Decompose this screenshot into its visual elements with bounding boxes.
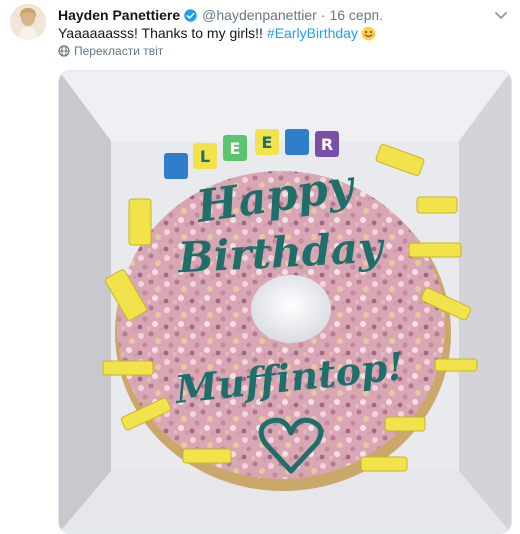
author-name[interactable]: Hayden Panettiere	[58, 7, 180, 23]
tweet-body: Yaaaaaasss! Thanks to my girls!!	[58, 25, 263, 41]
smile-emoji-icon	[361, 26, 376, 40]
translate-label: Перекласти твіт	[74, 44, 164, 58]
tweet-date[interactable]: 16 серп.	[329, 7, 383, 23]
tweet-photo[interactable]: L E E R Happy Birthday Muffintop!	[58, 70, 512, 534]
tweet-header: Hayden Panettiere @haydenpanettier · 16 …	[58, 5, 480, 25]
hashtag-link[interactable]: #EarlyBirthday	[267, 24, 358, 42]
translate-tweet-link[interactable]: Перекласти твіт	[58, 44, 163, 58]
candle-letter: R	[321, 135, 333, 154]
candle-letter: E	[230, 139, 241, 158]
candle-letter: E	[262, 133, 273, 152]
chevron-down-icon[interactable]	[494, 8, 508, 22]
candle-letter: L	[200, 147, 210, 166]
author-handle[interactable]: @haydenpanettier	[202, 7, 317, 23]
verified-badge-icon	[184, 8, 197, 22]
avatar[interactable]	[10, 4, 46, 40]
cake-photo: L E E R Happy Birthday Muffintop!	[59, 71, 511, 533]
separator: ·	[320, 7, 326, 23]
globe-icon	[58, 45, 70, 57]
tweet-text: Yaaaaaasss! Thanks to my girls!! #EarlyB…	[58, 24, 376, 42]
